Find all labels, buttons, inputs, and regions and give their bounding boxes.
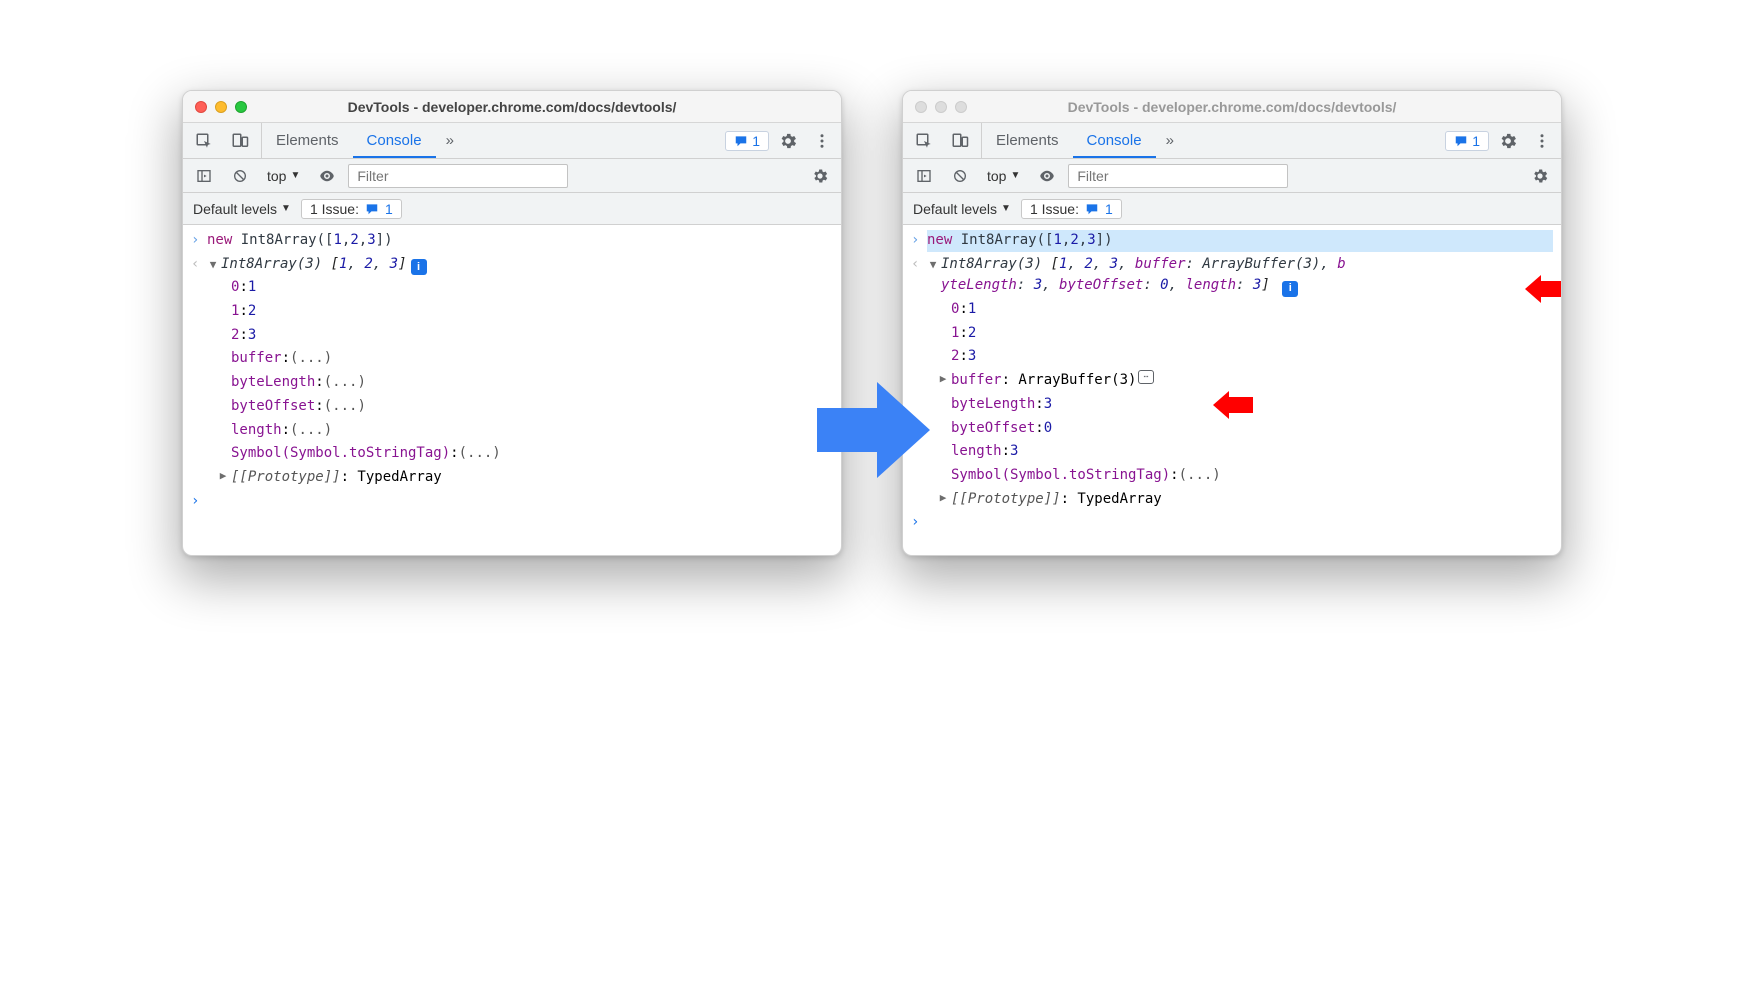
prompt-icon[interactable]: ›: [191, 491, 207, 513]
tab-elements[interactable]: Elements: [982, 123, 1073, 158]
console-toolbar: top ▼: [903, 159, 1561, 193]
context-select[interactable]: top ▼: [261, 166, 306, 186]
object-prop-row[interactable]: buffer: (...): [183, 347, 841, 371]
inspect-icon[interactable]: [909, 126, 939, 156]
object-proto-row[interactable]: ▶[[Prototype]]: TypedArray: [903, 488, 1561, 512]
info-badge-icon[interactable]: i: [1282, 281, 1298, 297]
devtools-window-before: DevTools - developer.chrome.com/docs/dev…: [182, 90, 842, 556]
device-toggle-icon[interactable]: [225, 126, 255, 156]
console-input[interactable]: new Int8Array([1,2,3]): [207, 230, 833, 252]
context-select-label: top: [987, 168, 1006, 184]
gear-icon[interactable]: [1493, 126, 1523, 156]
live-expression-icon[interactable]: [1032, 161, 1062, 191]
inspect-icon[interactable]: [189, 126, 219, 156]
clear-console-icon[interactable]: [225, 161, 255, 191]
main-tabbar: Elements Console » 1: [183, 123, 841, 159]
tab-elements[interactable]: Elements: [262, 123, 353, 158]
context-select[interactable]: top ▼: [981, 166, 1026, 186]
prompt-icon[interactable]: ›: [911, 512, 927, 534]
object-prop-row[interactable]: Symbol(Symbol.toStringTag): (...): [903, 464, 1561, 488]
window-title: DevTools - developer.chrome.com/docs/dev…: [903, 99, 1561, 115]
issues-box-label: 1 Issue:: [1030, 201, 1079, 217]
issues-chip[interactable]: 1: [725, 131, 769, 151]
object-index-row[interactable]: 2: 3: [183, 324, 841, 348]
object-index-row[interactable]: 2: 3: [903, 345, 1561, 369]
issues-box[interactable]: 1 Issue: 1: [301, 199, 402, 219]
gear-icon[interactable]: [773, 126, 803, 156]
tab-console[interactable]: Console: [353, 123, 436, 158]
prompt-icon: ›: [911, 230, 927, 252]
sidebar-toggle-icon[interactable]: [909, 161, 939, 191]
prompt-icon: ›: [191, 230, 207, 252]
object-prop-row[interactable]: length: 3: [903, 440, 1561, 464]
tab-console[interactable]: Console: [1073, 123, 1156, 158]
issues-chip-count: 1: [752, 133, 760, 149]
kebab-icon[interactable]: [807, 126, 837, 156]
object-index-row[interactable]: 1: 2: [183, 300, 841, 324]
filter-input[interactable]: [348, 164, 568, 188]
expander-icon[interactable]: ▼: [207, 256, 219, 273]
devtools-window-after: DevTools - developer.chrome.com/docs/dev…: [902, 90, 1562, 556]
object-summary[interactable]: ▼Int8Array(3) [1, 2, 3]i: [207, 254, 833, 276]
object-index-row[interactable]: 0: 1: [903, 298, 1561, 322]
object-prop-row[interactable]: length: (...): [183, 419, 841, 443]
issues-box[interactable]: 1 Issue: 1: [1021, 199, 1122, 219]
object-index-row[interactable]: 1: 2: [903, 322, 1561, 346]
object-prop-row[interactable]: Symbol(Symbol.toStringTag): (...): [183, 442, 841, 466]
console-output: ›new Int8Array([1,2,3])‹▼Int8Array(3) [1…: [183, 225, 841, 555]
issues-chip-count: 1: [1472, 133, 1480, 149]
console-toolbar-2: Default levels ▼ 1 Issue: 1: [183, 193, 841, 225]
object-index-row[interactable]: 0: 1: [183, 276, 841, 300]
expander-icon[interactable]: ▼: [927, 256, 939, 273]
output-icon: ‹: [911, 254, 927, 297]
issues-box-count: 1: [1105, 201, 1113, 217]
console-output: ›new Int8Array([1,2,3])‹▼Int8Array(3) [1…: [903, 225, 1561, 555]
log-levels-select[interactable]: Default levels ▼: [913, 201, 1011, 217]
object-prop-row[interactable]: byteLength: (...): [183, 371, 841, 395]
object-prop-row[interactable]: byteOffset: (...): [183, 395, 841, 419]
console-settings-gear-icon[interactable]: [805, 161, 835, 191]
object-prop-row[interactable]: byteOffset: 0: [903, 417, 1561, 441]
tab-more[interactable]: »: [436, 123, 464, 158]
window-title: DevTools - developer.chrome.com/docs/dev…: [183, 99, 841, 115]
log-levels-label: Default levels: [913, 201, 997, 217]
info-badge-icon[interactable]: i: [411, 259, 427, 275]
object-buffer-row[interactable]: ▶buffer: ArrayBuffer(3)⋯: [903, 369, 1561, 393]
titlebar: DevTools - developer.chrome.com/docs/dev…: [183, 91, 841, 123]
output-icon: ‹: [191, 254, 207, 276]
object-proto-row[interactable]: ▶[[Prototype]]: TypedArray: [183, 466, 841, 490]
memory-inspector-icon[interactable]: ⋯: [1138, 370, 1154, 384]
main-tabbar: Elements Console » 1: [903, 123, 1561, 159]
live-expression-icon[interactable]: [312, 161, 342, 191]
expander-icon[interactable]: ▶: [217, 467, 229, 489]
sidebar-toggle-icon[interactable]: [189, 161, 219, 191]
log-levels-label: Default levels: [193, 201, 277, 217]
console-toolbar: top ▼: [183, 159, 841, 193]
expander-icon[interactable]: ▶: [937, 370, 949, 392]
issues-box-label: 1 Issue:: [310, 201, 359, 217]
issues-box-count: 1: [385, 201, 393, 217]
object-prop-row[interactable]: byteLength: 3: [903, 393, 1561, 417]
clear-console-icon[interactable]: [945, 161, 975, 191]
device-toggle-icon[interactable]: [945, 126, 975, 156]
console-input[interactable]: new Int8Array([1,2,3]): [927, 230, 1553, 252]
log-levels-select[interactable]: Default levels ▼: [193, 201, 291, 217]
expander-icon[interactable]: ▶: [937, 489, 949, 511]
issues-chip[interactable]: 1: [1445, 131, 1489, 151]
titlebar: DevTools - developer.chrome.com/docs/dev…: [903, 91, 1561, 123]
tab-more[interactable]: »: [1156, 123, 1184, 158]
kebab-icon[interactable]: [1527, 126, 1557, 156]
context-select-label: top: [267, 168, 286, 184]
object-summary[interactable]: ▼Int8Array(3) [1, 2, 3, buffer: ArrayBuf…: [927, 254, 1553, 297]
console-toolbar-2: Default levels ▼ 1 Issue: 1: [903, 193, 1561, 225]
console-settings-gear-icon[interactable]: [1525, 161, 1555, 191]
filter-input[interactable]: [1068, 164, 1288, 188]
